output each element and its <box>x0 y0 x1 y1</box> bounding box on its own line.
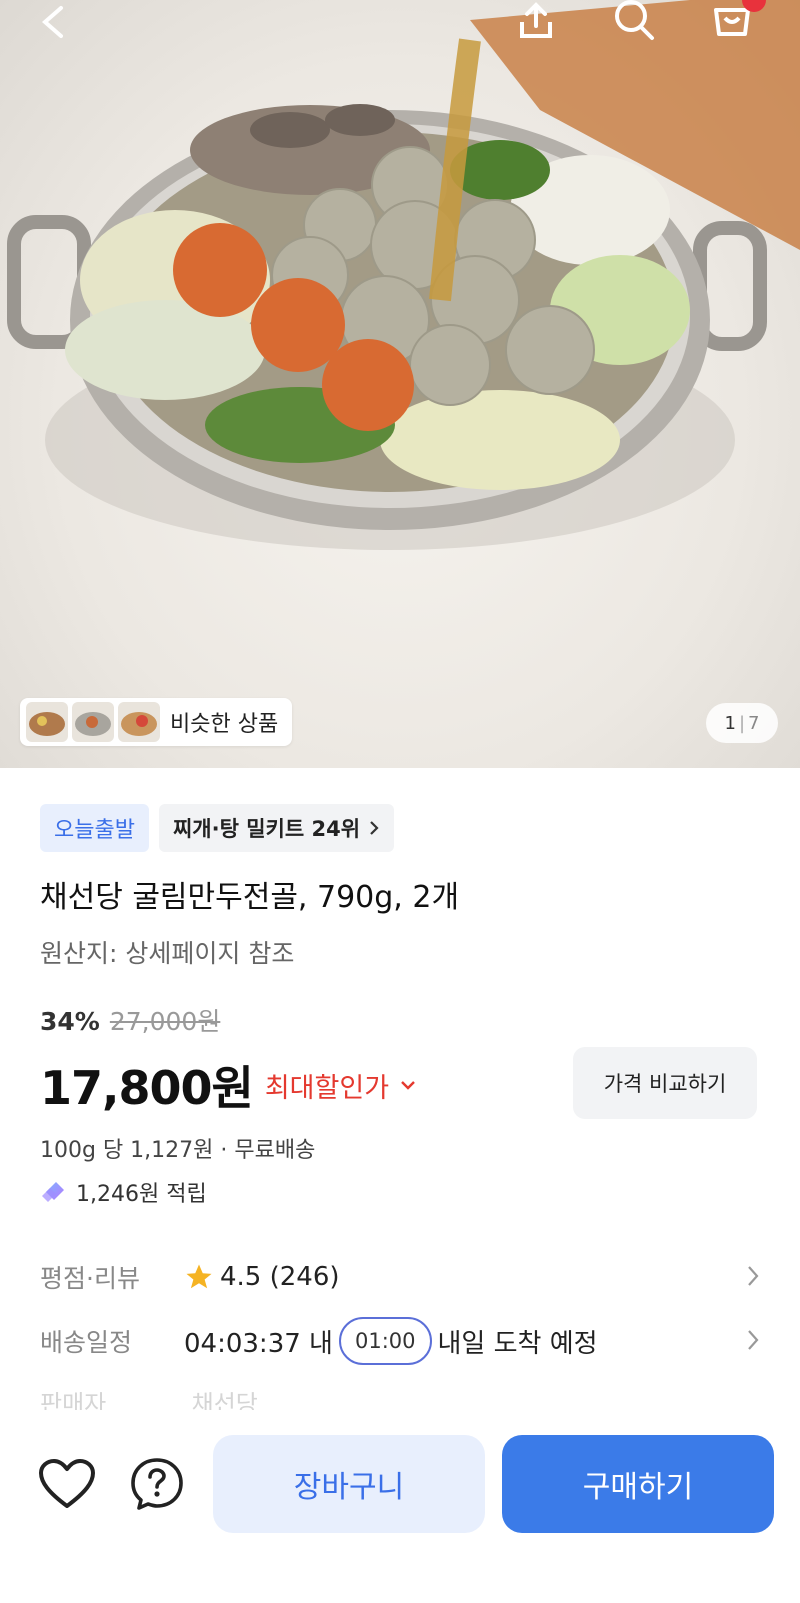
top-navigation-bar <box>0 0 800 50</box>
rating-value: 4.5 (246) <box>220 1262 340 1292</box>
rating-review-row[interactable]: 평점·리뷰 4.5 (246) <box>40 1253 760 1301</box>
similar-thumb <box>72 702 114 742</box>
add-to-cart-button[interactable]: 장바구니 <box>213 1435 485 1533</box>
image-counter: 1 | 7 <box>706 703 778 743</box>
help-button[interactable] <box>128 1455 186 1513</box>
delivery-schedule-row[interactable]: 배송일정 04:03:37 내 01:00 내일 도착 예정 <box>40 1317 760 1365</box>
category-rank-badge[interactable]: 찌개·탕 밀키트 24위 <box>158 804 395 852</box>
product-title: 채선당 굴림만두전골, 790g, 2개 <box>40 880 460 915</box>
product-image-gallery[interactable]: 비슷한 상품 1 | 7 <box>0 0 800 768</box>
max-discount-label: 최대할인가 <box>264 1072 390 1104</box>
rating-label: 평점·리뷰 <box>40 1264 140 1293</box>
chevron-down-icon <box>401 1081 415 1090</box>
delivery-label: 배송일정 <box>40 1328 133 1357</box>
original-price: 27,000원 <box>109 1007 221 1036</box>
image-current: 1 <box>724 712 736 734</box>
product-photo <box>7 0 800 550</box>
search-button[interactable] <box>606 0 662 50</box>
delivery-time-slot: 01:00 <box>338 1317 432 1365</box>
back-icon <box>41 6 63 38</box>
product-badges: 오늘출발 찌개·탕 밀키트 24위 <box>40 804 395 852</box>
star-icon <box>186 1264 212 1289</box>
sale-price: 17,800원 <box>40 1061 254 1115</box>
rating-value-group: 4.5 (246) <box>184 1262 340 1292</box>
category-rank-label: 찌개·탕 밀키트 24위 <box>172 817 361 841</box>
product-origin: 원산지: 상세페이지 참조 <box>40 939 295 968</box>
points-icon <box>42 1182 64 1202</box>
wishlist-button[interactable] <box>38 1455 96 1513</box>
chevron-right-icon <box>748 1266 759 1286</box>
counter-divider: | <box>738 712 746 734</box>
similar-products-label: 비슷한 상품 <box>170 712 279 737</box>
discount-percent: 34% <box>40 1007 100 1036</box>
similar-products-button[interactable]: 비슷한 상품 <box>20 698 293 746</box>
back-button[interactable] <box>24 0 80 50</box>
max-discount-dropdown[interactable]: 최대할인가 <box>265 1066 417 1105</box>
reward-points-row: 1,246원 적립 <box>40 1176 207 1208</box>
discount-row: 34% 27,000원 <box>40 1002 220 1038</box>
question-icon <box>131 1458 183 1510</box>
delivery-countdown: 04:03:37 내 <box>184 1328 333 1359</box>
search-icon <box>615 0 654 40</box>
delivery-value-group: 04:03:37 내 01:00 내일 도착 예정 <box>184 1317 598 1365</box>
similar-thumb <box>118 702 160 742</box>
share-button[interactable] <box>508 0 564 50</box>
price-row: 17,800원 최대할인가 <box>40 1052 417 1118</box>
price-compare-button[interactable]: 가격 비교하기 <box>573 1047 757 1119</box>
chevron-right-icon <box>748 1330 759 1350</box>
unit-price-shipping: 100g 당 1,127원 · 무료배송 <box>40 1138 316 1163</box>
share-icon <box>520 2 552 38</box>
buy-now-button[interactable]: 구매하기 <box>502 1435 774 1533</box>
reward-points-text: 1,246원 적립 <box>76 1182 207 1207</box>
similar-thumb <box>26 702 68 742</box>
heart-icon <box>39 1459 95 1508</box>
delivery-arrival-text: 내일 도착 예정 <box>437 1328 598 1359</box>
today-shipping-badge: 오늘출발 <box>40 804 149 852</box>
chevron-right-icon <box>370 821 379 835</box>
image-total: 7 <box>748 712 760 734</box>
